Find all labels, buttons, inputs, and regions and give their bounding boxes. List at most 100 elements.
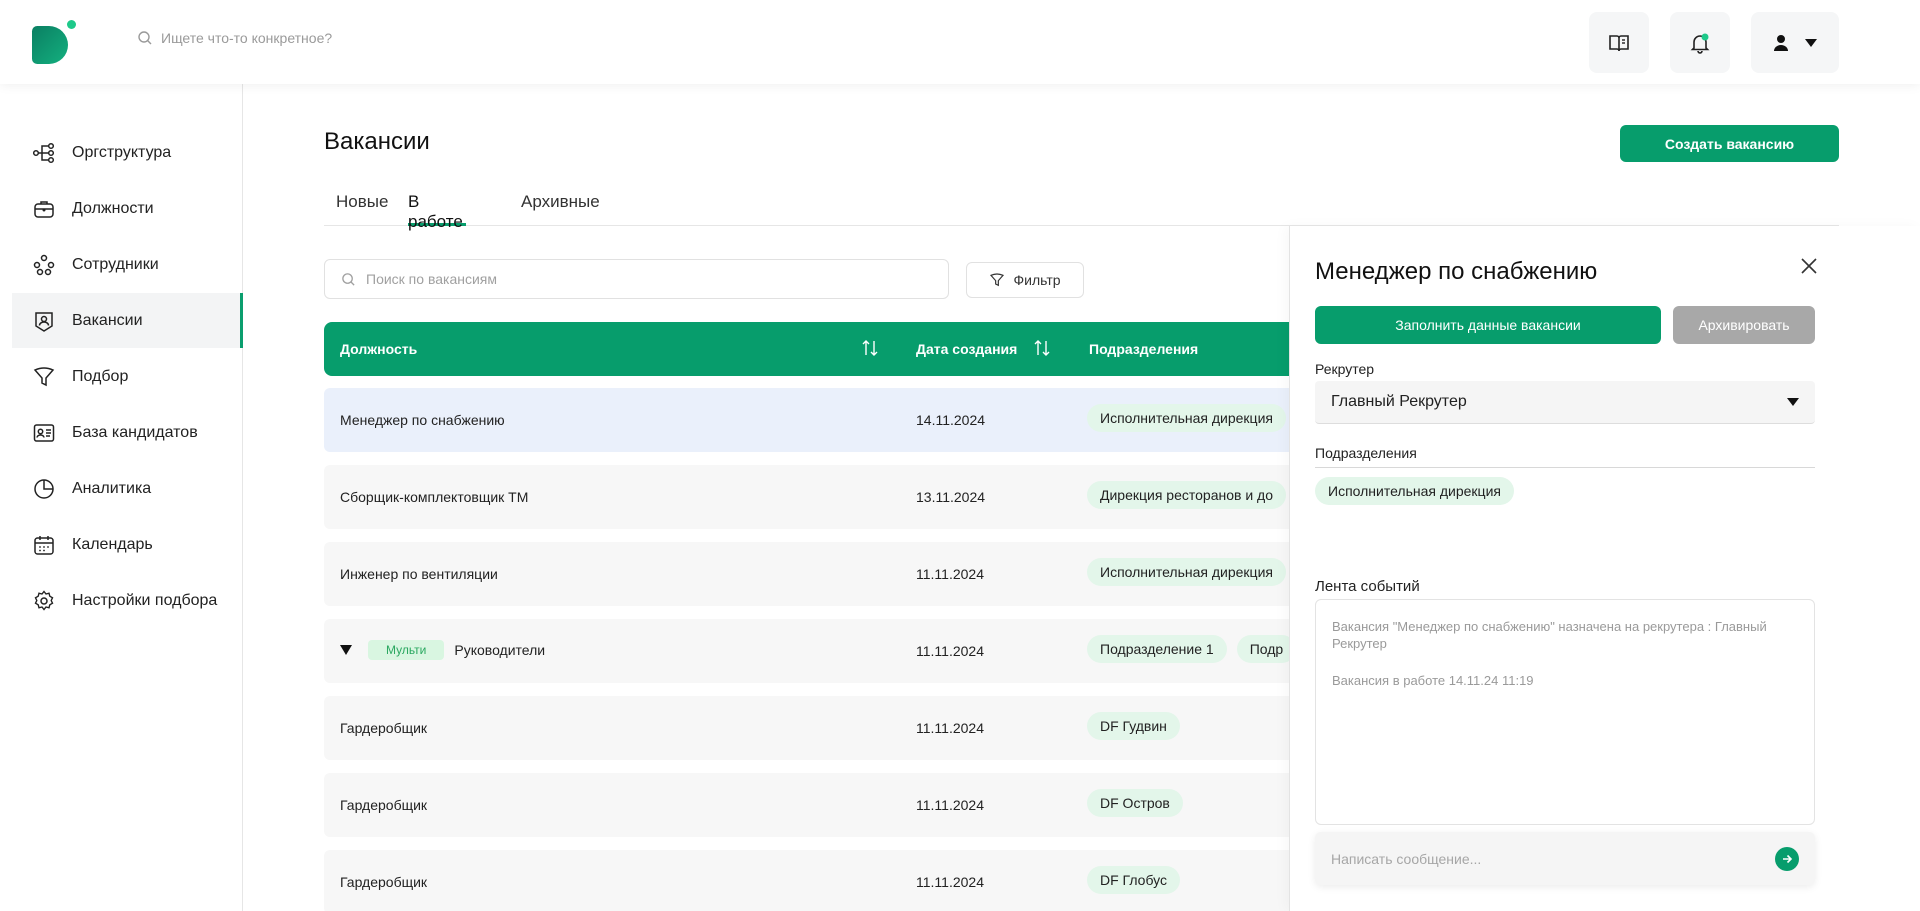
sidebar-item-candidates[interactable]: База кандидатов: [12, 405, 243, 460]
create-vacancy-button[interactable]: Создать вакансию: [1620, 125, 1839, 162]
sidebar-item-recruitment[interactable]: Подбор: [12, 349, 243, 404]
department-chip: DF Гудвин: [1087, 712, 1180, 740]
panel-title: Менеджер по снабжению: [1315, 258, 1598, 285]
sidebar-item-label: Подбор: [72, 367, 129, 385]
bell-icon: [1690, 33, 1710, 54]
tab-archived[interactable]: Архивные: [521, 192, 600, 226]
sidebar-item-vacancies[interactable]: Вакансии: [12, 293, 243, 348]
search-icon: [138, 31, 152, 45]
knowledge-base-button[interactable]: [1589, 12, 1649, 73]
table-row[interactable]: Гардеробщик 11.11.2024 DF Гудвин: [324, 696, 1324, 760]
sidebar-item-org-structure[interactable]: Оргструктура: [12, 125, 243, 180]
close-icon[interactable]: [1799, 256, 1819, 276]
id-card-icon: [32, 421, 56, 445]
feed-event: Вакансия "Менеджер по снабжению" назначе…: [1332, 619, 1767, 651]
top-header: Ищете что-то конкретное?: [0, 0, 1920, 84]
sidebar-item-label: Оргструктура: [72, 143, 172, 161]
archive-button[interactable]: Архивировать: [1673, 306, 1815, 344]
tab-in-progress[interactable]: В работе: [408, 192, 466, 231]
table-row[interactable]: Менеджер по снабжению 14.11.2024 Исполни…: [324, 388, 1324, 452]
gear-icon: [32, 589, 56, 613]
row-date: 11.11.2024: [916, 797, 984, 813]
sidebar-item-label: Вакансии: [72, 311, 143, 329]
events-feed: Вакансия "Менеджер по снабжению" назначе…: [1315, 599, 1815, 825]
department-chip: DF Остров: [1087, 789, 1183, 817]
sidebar-item-employees[interactable]: Сотрудники: [12, 237, 243, 292]
row-date: 11.11.2024: [916, 643, 984, 659]
sidebar: Оргструктура Должности Сотрудники Ваканс…: [0, 84, 243, 911]
feed-event: Вакансия в работе 14.11.24 11:19: [1332, 673, 1534, 688]
filter-button[interactable]: Фильтр: [966, 262, 1084, 298]
filter-label: Фильтр: [1013, 272, 1061, 288]
sidebar-item-label: База кандидатов: [72, 423, 198, 441]
org-structure-icon: [32, 141, 56, 165]
department-chip: DF Глобус: [1087, 866, 1181, 894]
send-button[interactable]: [1775, 846, 1799, 871]
sidebar-item-positions[interactable]: Должности: [12, 181, 243, 236]
briefcase-icon: [32, 197, 56, 221]
department-chip: Исполнительная дирекция: [1315, 477, 1514, 505]
departments-label: Подразделения: [1315, 445, 1417, 461]
tab-new[interactable]: Новые: [336, 192, 388, 226]
row-date: 11.11.2024: [916, 874, 984, 890]
sort-icon[interactable]: [862, 339, 878, 357]
vacancy-search-input[interactable]: Поиск по вакансиям: [366, 271, 497, 287]
employees-icon: [32, 253, 56, 277]
row-position: Гардеробщик: [340, 874, 428, 890]
recruiter-select[interactable]: Главный Рекрутер: [1315, 381, 1815, 424]
global-search[interactable]: Ищете что-то конкретное?: [137, 30, 332, 46]
table-row[interactable]: Мульти Руководители 11.11.2024 Подраздел…: [324, 619, 1324, 683]
vacancy-tabs: Новые В работе Архивные: [324, 186, 1839, 231]
department-chip: Исполнительная дирекция: [1087, 404, 1286, 432]
column-created: Дата создания: [916, 341, 1018, 357]
recruiter-value: Главный Рекрутер: [1331, 393, 1467, 410]
row-date: 13.11.2024: [916, 489, 986, 505]
page-title: Вакансии: [324, 128, 430, 155]
row-date: 11.11.2024: [916, 720, 984, 736]
row-position: Руководители: [454, 642, 546, 658]
sidebar-item-label: Аналитика: [72, 479, 152, 497]
sidebar-item-recruitment-settings[interactable]: Настройки подбора: [12, 573, 243, 628]
table-row[interactable]: Сборщик-комплектовщик ТМ 13.11.2024 Дире…: [324, 465, 1324, 529]
table-row[interactable]: Гардеробщик 11.11.2024 DF Глобус: [324, 850, 1324, 911]
funnel-icon: [990, 273, 1005, 287]
fill-vacancy-data-button[interactable]: Заполнить данные вакансии: [1315, 306, 1661, 344]
sidebar-item-label: Должности: [72, 199, 154, 217]
notifications-button[interactable]: [1670, 12, 1730, 73]
global-search-input[interactable]: Ищете что-то конкретное?: [161, 30, 332, 46]
funnel-icon: [32, 365, 56, 389]
sidebar-item-label: Календарь: [72, 535, 153, 553]
sidebar-item-label: Настройки подбора: [72, 591, 218, 609]
table-row[interactable]: Инженер по вентиляции 11.11.2024 Исполни…: [324, 542, 1324, 606]
app-logo[interactable]: [32, 20, 78, 66]
department-chip: Подразделение 1: [1087, 635, 1227, 663]
column-departments: Подразделения: [1089, 341, 1199, 357]
search-icon: [342, 272, 355, 286]
vacancy-icon: [32, 309, 56, 333]
department-chip: Исполнительная дирекция: [1087, 558, 1286, 586]
row-position: Менеджер по снабжению: [340, 412, 505, 428]
vacancy-detail-panel: Менеджер по снабжению Заполнить данные в…: [1289, 226, 1920, 911]
sort-icon[interactable]: [1034, 339, 1050, 357]
message-composer[interactable]: Написать сообщение...: [1315, 832, 1815, 885]
row-date: 11.11.2024: [916, 566, 984, 582]
expand-caret-icon[interactable]: [340, 645, 352, 655]
profile-menu-button[interactable]: [1751, 12, 1839, 73]
caret-down-icon: [1805, 38, 1817, 47]
multi-badge: Мульти: [368, 640, 445, 660]
vacancy-search[interactable]: Поиск по вакансиям: [324, 259, 949, 299]
row-date: 14.11.2024: [916, 412, 986, 428]
events-feed-label: Лента событий: [1315, 578, 1420, 595]
sidebar-item-calendar[interactable]: Календарь: [12, 517, 243, 572]
user-icon: [1774, 34, 1788, 51]
row-position: Гардеробщик: [340, 797, 428, 813]
row-position: Гардеробщик: [340, 720, 428, 736]
sidebar-item-analytics[interactable]: Аналитика: [12, 461, 243, 516]
message-input[interactable]: Написать сообщение...: [1331, 851, 1481, 867]
row-position: Инженер по вентиляции: [340, 566, 498, 582]
pie-chart-icon: [32, 477, 56, 501]
caret-down-icon: [1787, 398, 1799, 406]
calendar-icon: [32, 533, 56, 557]
table-row[interactable]: Гардеробщик 11.11.2024 DF Остров: [324, 773, 1324, 837]
column-position: Должность: [340, 341, 418, 357]
